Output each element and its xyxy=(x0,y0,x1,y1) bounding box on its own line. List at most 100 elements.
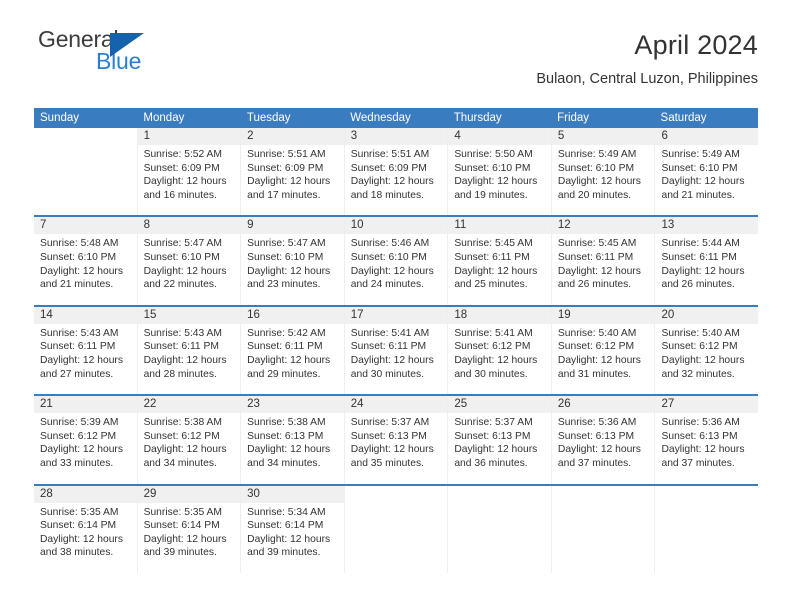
sunrise-text: Sunrise: 5:36 AM xyxy=(557,417,637,429)
daylight-text-cont: and 27 minutes. xyxy=(40,368,114,380)
sunset-text: Sunset: 6:12 PM xyxy=(40,430,117,442)
sunset-text: Sunset: 6:13 PM xyxy=(557,430,635,442)
sunset-text: Sunset: 6:09 PM xyxy=(143,162,220,174)
weekday-header-saturday: Saturday xyxy=(660,112,707,124)
daylight-text: Daylight: 12 hours xyxy=(661,354,745,366)
sunset-text: Sunset: 6:13 PM xyxy=(247,430,324,442)
daylight-text-cont: and 17 minutes. xyxy=(247,189,321,201)
sunrise-text: Sunrise: 5:49 AM xyxy=(557,149,637,160)
calendar-day-cell[interactable]: 16 Sunrise: 5:42 AM Sunset: 6:11 PM Dayligh… xyxy=(240,306,344,395)
calendar-day-cell[interactable]: 22 Sunrise: 5:38 AM Sunset: 6:12 PM Dayligh… xyxy=(136,396,241,484)
calendar-day-cell[interactable]: 25 Sunrise: 5:37 AM Sunset: 6:13 PM Dayligh… xyxy=(447,396,551,484)
calendar-day-cell[interactable]: 9 Sunrise: 5:47 AM Sunset: 6:10 PM Daylight… xyxy=(240,217,344,305)
page-header: General Blue April 2024 Bulaon, Central … xyxy=(34,0,758,89)
calendar-day-cell[interactable]: 1 Sunrise: 5:52 AM Sunset: 6:09 PM Daylight… xyxy=(136,128,241,216)
calendar-day-cell-empty xyxy=(447,485,551,573)
daylight-text-cont: and 16 minutes. xyxy=(143,189,217,201)
sunset-text: Sunset: 6:11 PM xyxy=(40,341,116,353)
calendar-day-cell[interactable]: 27 Sunrise: 5:36 AM Sunset: 6:13 PM Dayligh… xyxy=(654,396,759,484)
calendar-day-cell[interactable]: 11 Sunrise: 5:45 AM Sunset: 6:11 PM Dayligh… xyxy=(447,217,551,305)
daylight-text: Daylight: 12 hours xyxy=(143,354,227,366)
sunset-text: Sunset: 6:12 PM xyxy=(143,430,220,442)
calendar-week-row: 1 Sunrise: 5:52 AM Sunset: 6:09 PM Daylight… xyxy=(34,128,759,216)
sunset-text: Sunset: 6:14 PM xyxy=(247,520,324,532)
daylight-text-cont: and 29 minutes. xyxy=(247,368,321,380)
calendar-day-cell[interactable]: 7 Sunrise: 5:48 AM Sunset: 6:10 PM Daylight… xyxy=(34,217,137,304)
sunset-text: Sunset: 6:10 PM xyxy=(557,162,635,174)
daylight-text: Daylight: 12 hours xyxy=(350,354,434,366)
day-number xyxy=(448,486,551,503)
daylight-text: Daylight: 12 hours xyxy=(454,354,538,366)
sunrise-text: Sunrise: 5:40 AM xyxy=(557,327,637,339)
daylight-text-cont: and 35 minutes. xyxy=(350,457,425,469)
calendar-day-cell[interactable]: 8 Sunrise: 5:47 AM Sunset: 6:10 PM Daylight… xyxy=(136,217,241,305)
day-number: 17 xyxy=(344,306,448,324)
calendar-day-cell[interactable]: 20 Sunrise: 5:40 AM Sunset: 6:12 PM Dayligh… xyxy=(654,306,759,395)
daylight-text: Daylight: 12 hours xyxy=(454,265,538,277)
calendar-day-cell[interactable]: 6 Sunrise: 5:49 AM Sunset: 6:10 PM Daylight… xyxy=(654,128,759,216)
sunrise-text: Sunrise: 5:51 AM xyxy=(350,149,430,160)
day-number: 29 xyxy=(137,485,241,503)
day-details xyxy=(448,503,551,506)
day-details: Sunrise: 5:45 AM Sunset: 6:11 PM Daylight:… xyxy=(552,234,655,291)
calendar-day-cell[interactable]: 10 Sunrise: 5:46 AM Sunset: 6:10 PM Dayligh… xyxy=(343,217,448,305)
day-number: 20 xyxy=(655,306,759,324)
day-details xyxy=(34,145,137,148)
daylight-text-cont: and 26 minutes. xyxy=(661,279,735,291)
day-details xyxy=(655,503,758,506)
calendar-day-cell[interactable]: 18 Sunrise: 5:41 AM Sunset: 6:12 PM Dayligh… xyxy=(447,306,551,395)
sunrise-text: Sunrise: 5:43 AM xyxy=(40,327,119,339)
daylight-text-cont: and 21 minutes. xyxy=(40,279,114,291)
daylight-text-cont: and 30 minutes. xyxy=(350,368,425,380)
calendar-day-cell[interactable]: 19 Sunrise: 5:40 AM Sunset: 6:12 PM Dayligh… xyxy=(550,306,655,395)
day-details: Sunrise: 5:35 AM Sunset: 6:14 PM Daylight:… xyxy=(138,503,241,560)
day-number: 25 xyxy=(448,396,551,414)
calendar-day-cell[interactable]: 12 Sunrise: 5:45 AM Sunset: 6:11 PM Dayligh… xyxy=(550,217,655,305)
calendar-day-cell[interactable]: 15 Sunrise: 5:43 AM Sunset: 6:11 PM Dayligh… xyxy=(136,306,241,395)
sunset-text: Sunset: 6:09 PM xyxy=(247,162,324,174)
daylight-text-cont: and 33 minutes. xyxy=(40,457,114,469)
day-details: Sunrise: 5:49 AM Sunset: 6:10 PM Daylight:… xyxy=(655,145,758,202)
calendar-week-row: 7 Sunrise: 5:48 AM Sunset: 6:10 PM Daylight… xyxy=(34,215,759,305)
calendar-day-cell[interactable]: 13 Sunrise: 5:44 AM Sunset: 6:11 PM Dayligh… xyxy=(654,217,759,305)
day-number: 11 xyxy=(448,217,551,235)
calendar-day-cell[interactable]: 14 Sunrise: 5:43 AM Sunset: 6:11 PM Dayligh… xyxy=(34,306,137,394)
calendar-day-cell[interactable]: 17 Sunrise: 5:41 AM Sunset: 6:11 PM Dayligh… xyxy=(343,306,448,395)
day-number: 28 xyxy=(34,485,137,503)
daylight-text: Daylight: 12 hours xyxy=(247,533,331,545)
day-number: 5 xyxy=(551,128,655,145)
calendar-day-cell[interactable]: 4 Sunrise: 5:50 AM Sunset: 6:10 PM Daylight… xyxy=(447,128,551,216)
day-details: Sunrise: 5:42 AM Sunset: 6:11 PM Daylight:… xyxy=(241,324,344,381)
calendar-day-cell[interactable]: 26 Sunrise: 5:36 AM Sunset: 6:13 PM Dayligh… xyxy=(550,396,655,484)
calendar-day-cell[interactable]: 2 Sunrise: 5:51 AM Sunset: 6:09 PM Daylight… xyxy=(240,128,344,216)
day-details: Sunrise: 5:49 AM Sunset: 6:10 PM Daylight:… xyxy=(552,145,655,202)
sunrise-text: Sunrise: 5:47 AM xyxy=(247,238,326,250)
sunset-text: Sunset: 6:13 PM xyxy=(454,430,531,442)
sunrise-text: Sunrise: 5:46 AM xyxy=(350,238,430,250)
day-number xyxy=(345,486,448,503)
calendar-day-cell[interactable]: 5 Sunrise: 5:49 AM Sunset: 6:10 PM Daylight… xyxy=(550,128,655,216)
daylight-text-cont: and 34 minutes. xyxy=(247,457,321,469)
daylight-text-cont: and 39 minutes. xyxy=(247,547,321,559)
calendar-day-cell[interactable]: 23 Sunrise: 5:38 AM Sunset: 6:13 PM Dayligh… xyxy=(240,396,344,484)
sunrise-text: Sunrise: 5:41 AM xyxy=(454,327,533,339)
day-number: 23 xyxy=(241,396,344,414)
daylight-text-cont: and 32 minutes. xyxy=(661,368,735,380)
calendar-day-cell[interactable]: 29 Sunrise: 5:35 AM Sunset: 6:14 PM Dayligh… xyxy=(136,485,241,573)
calendar-day-cell[interactable]: 24 Sunrise: 5:37 AM Sunset: 6:13 PM Dayligh… xyxy=(343,396,448,484)
daylight-text: Daylight: 12 hours xyxy=(143,444,227,456)
day-number: 30 xyxy=(241,485,344,503)
sunrise-text: Sunrise: 5:38 AM xyxy=(247,417,326,429)
day-details: Sunrise: 5:43 AM Sunset: 6:11 PM Daylight:… xyxy=(138,324,241,381)
sunrise-text: Sunrise: 5:37 AM xyxy=(454,417,533,429)
calendar-day-cell[interactable]: 28 Sunrise: 5:35 AM Sunset: 6:14 PM Dayligh… xyxy=(34,485,137,573)
calendar-day-cell[interactable]: 30 Sunrise: 5:34 AM Sunset: 6:14 PM Dayligh… xyxy=(240,485,344,573)
calendar-day-cell[interactable]: 3 Sunrise: 5:51 AM Sunset: 6:09 PM Daylight… xyxy=(343,128,448,216)
generalblue-logo[interactable]: General Blue xyxy=(34,26,174,82)
day-details: Sunrise: 5:51 AM Sunset: 6:09 PM Daylight:… xyxy=(345,145,448,202)
calendar-day-cell[interactable]: 21 Sunrise: 5:39 AM Sunset: 6:12 PM Dayligh… xyxy=(34,396,137,483)
day-number: 13 xyxy=(655,217,759,235)
calendar-week-row: 21 Sunrise: 5:39 AM Sunset: 6:12 PM Dayligh… xyxy=(34,394,759,484)
sunrise-text: Sunrise: 5:41 AM xyxy=(350,327,430,339)
sunrise-text: Sunrise: 5:39 AM xyxy=(40,417,119,429)
